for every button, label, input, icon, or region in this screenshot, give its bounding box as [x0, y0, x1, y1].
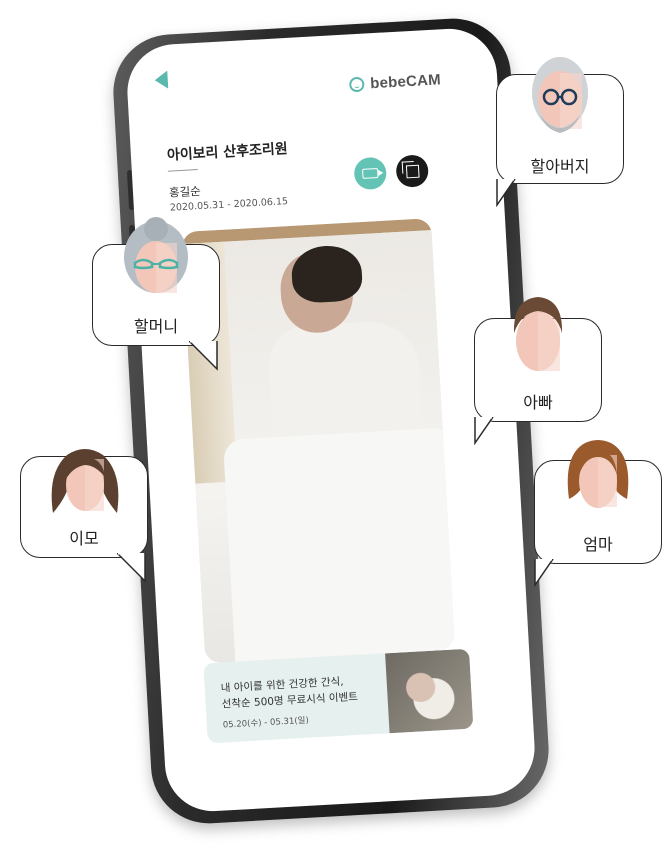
mom-label: 엄마 — [583, 535, 613, 554]
divider — [167, 169, 198, 172]
grandfather-label: 할아버지 — [530, 157, 590, 176]
bubble-tail — [496, 179, 516, 207]
baby-sheet — [222, 427, 456, 664]
bubble-aunt: 이모 — [20, 449, 148, 583]
event-banner[interactable]: 내 아이를 위한 건강한 간식, 선착순 500명 무료시식 이벤트 05.20… — [203, 648, 474, 744]
mom-avatar-icon — [567, 440, 629, 508]
banner-photo — [385, 648, 474, 734]
bubble-tail — [189, 341, 218, 371]
facility-name: 아이보리 산후조리원 — [166, 141, 289, 164]
aunt-label: 이모 — [69, 529, 99, 548]
bubble-tail — [474, 417, 494, 445]
gallery-button[interactable] — [395, 154, 430, 188]
bebecam-logo: bebeCAM — [348, 71, 442, 93]
guardian-name: 홍길순 — [168, 183, 202, 200]
dad-avatar-icon — [513, 297, 563, 371]
dad-label: 아빠 — [523, 393, 553, 412]
banner-date: 05.20(수) - 05.31(일) — [222, 715, 310, 731]
bubble-dad: 아빠 — [474, 297, 602, 445]
bubble-mom: 엄마 — [534, 440, 662, 587]
bubble-tail — [534, 559, 554, 587]
grandmother-label: 할머니 — [133, 317, 179, 336]
back-arrow-icon[interactable] — [154, 70, 169, 90]
logo-text: bebeCAM — [369, 71, 442, 93]
grandmother-avatar-icon — [124, 217, 188, 293]
aunt-avatar-icon — [51, 449, 119, 513]
baby-video-feed[interactable] — [181, 218, 456, 664]
bubble-grandmother: 할머니 — [92, 217, 220, 371]
gallery-icon — [405, 164, 420, 178]
bubble-tail — [117, 553, 146, 583]
bebecam-logo-icon — [348, 76, 365, 93]
bubble-grandfather: 할아버지 — [496, 57, 624, 207]
video-camera-icon — [362, 167, 379, 179]
video-camera-button[interactable] — [353, 156, 388, 191]
grandfather-avatar-icon — [532, 57, 588, 133]
